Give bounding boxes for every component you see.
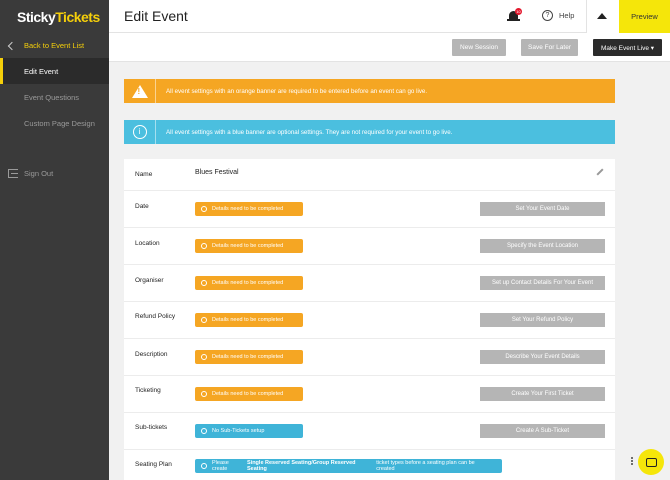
help-button[interactable]: ? Help — [542, 10, 574, 21]
make-event-live-button[interactable]: Make Event Live ▾ — [593, 39, 662, 56]
warning-icon — [131, 84, 148, 98]
optional-settings-banner: i All event settings with a blue banner … — [124, 120, 615, 144]
status-badge: Details need to be completed — [195, 276, 303, 290]
collapse-button[interactable] — [587, 0, 619, 33]
status-badge: Details need to be completed — [195, 387, 303, 401]
setting-row-name: Name Blues Festival — [124, 159, 615, 191]
setting-label: Refund Policy — [135, 313, 176, 320]
specify-location-button[interactable]: Specify the Event Location — [480, 239, 605, 253]
sign-out-link[interactable]: Sign Out — [0, 166, 53, 180]
setting-row-seating-plan: Seating Plan Please create Single Reserv… — [124, 450, 615, 480]
info-icon: i — [132, 125, 147, 139]
setting-label: Description — [135, 351, 168, 358]
setting-row-ticketing: Ticketing Details need to be completed C… — [124, 376, 615, 413]
logo[interactable]: Sticky Tickets — [0, 0, 109, 33]
notifications-button[interactable]: 10 — [507, 8, 522, 24]
setting-label: Ticketing — [135, 387, 161, 394]
alert-icon — [201, 243, 207, 249]
status-badge: No Sub-Tickets setup — [195, 424, 303, 438]
required-banner-text: All event settings with an orange banner… — [166, 87, 428, 95]
setting-label: Date — [135, 203, 149, 210]
create-first-ticket-button[interactable]: Create Your First Ticket — [480, 387, 605, 401]
status-badge: Please create Single Reserved Seating/Gr… — [195, 459, 502, 473]
chat-bubble-icon — [645, 457, 657, 467]
status-badge: Details need to be completed — [195, 350, 303, 364]
sidebar-item-event-questions[interactable]: Event Questions — [0, 84, 109, 110]
alert-icon — [201, 317, 207, 323]
setup-contact-details-button[interactable]: Set up Contact Details For Your Event — [480, 276, 605, 290]
drag-handle-icon[interactable] — [631, 457, 636, 467]
logo-text-sticky: Sticky — [17, 8, 56, 25]
set-event-date-button[interactable]: Set Your Event Date — [480, 202, 605, 216]
new-session-button[interactable]: New Session — [452, 39, 506, 56]
event-name-value: Blues Festival — [195, 169, 239, 176]
sidebar-item-custom-page-design[interactable]: Custom Page Design — [0, 110, 109, 136]
event-settings-card: Name Blues Festival Date Details need to… — [124, 159, 615, 480]
sidebar-item-edit-event[interactable]: Edit Event — [0, 58, 109, 84]
header: Edit Event 10 ? Help Preview — [109, 0, 670, 33]
setting-row-sub-tickets: Sub-tickets No Sub-Tickets setup Create … — [124, 413, 615, 450]
toolbar: New Session Save For Later Make Event Li… — [109, 33, 670, 62]
chevron-left-icon — [7, 41, 17, 50]
sidebar: Sticky Tickets Back to Event List Edit Ev… — [0, 0, 109, 480]
notification-badge: 10 — [515, 8, 522, 15]
alert-icon — [201, 206, 207, 212]
sign-out-icon — [8, 168, 18, 178]
chat-button[interactable] — [638, 449, 664, 475]
back-to-event-list-link[interactable]: Back to Event List — [0, 33, 109, 58]
alert-icon — [201, 280, 207, 286]
status-badge: Details need to be completed — [195, 239, 303, 253]
info-icon — [201, 463, 207, 469]
setting-label: Sub-tickets — [135, 424, 168, 431]
setting-row-location: Location Details need to be completed Sp… — [124, 228, 615, 265]
setting-label: Organiser — [135, 277, 164, 284]
status-badge: Details need to be completed — [195, 202, 303, 216]
setting-label: Seating Plan — [135, 461, 172, 468]
required-settings-banner: All event settings with an orange banner… — [124, 79, 615, 103]
status-badge: Details need to be completed — [195, 313, 303, 327]
describe-event-button[interactable]: Describe Your Event Details — [480, 350, 605, 364]
alert-icon — [201, 391, 207, 397]
help-label: Help — [559, 11, 575, 20]
caret-up-icon — [597, 13, 607, 19]
info-icon — [201, 428, 207, 434]
question-icon: ? — [542, 10, 553, 21]
logo-text-tickets: Tickets — [55, 8, 100, 25]
setting-label: Location — [135, 240, 160, 247]
save-for-later-button[interactable]: Save For Later — [521, 39, 578, 56]
setting-row-organiser: Organiser Details need to be completed S… — [124, 265, 615, 302]
setting-row-date: Date Details need to be completed Set Yo… — [124, 191, 615, 228]
setting-row-description: Description Details need to be completed… — [124, 339, 615, 376]
edit-pencil-icon[interactable] — [596, 168, 604, 176]
setting-row-refund-policy: Refund Policy Details need to be complet… — [124, 302, 615, 339]
create-sub-ticket-button[interactable]: Create A Sub-Ticket — [480, 424, 605, 438]
page-title: Edit Event — [124, 8, 188, 24]
preview-button[interactable]: Preview — [619, 0, 670, 33]
setting-label: Name — [135, 171, 153, 178]
sign-out-label: Sign Out — [24, 168, 54, 178]
back-label: Back to Event List — [24, 41, 85, 50]
alert-icon — [201, 354, 207, 360]
set-refund-policy-button[interactable]: Set Your Refund Policy — [480, 313, 605, 327]
optional-banner-text: All event settings with a blue banner ar… — [166, 128, 453, 136]
